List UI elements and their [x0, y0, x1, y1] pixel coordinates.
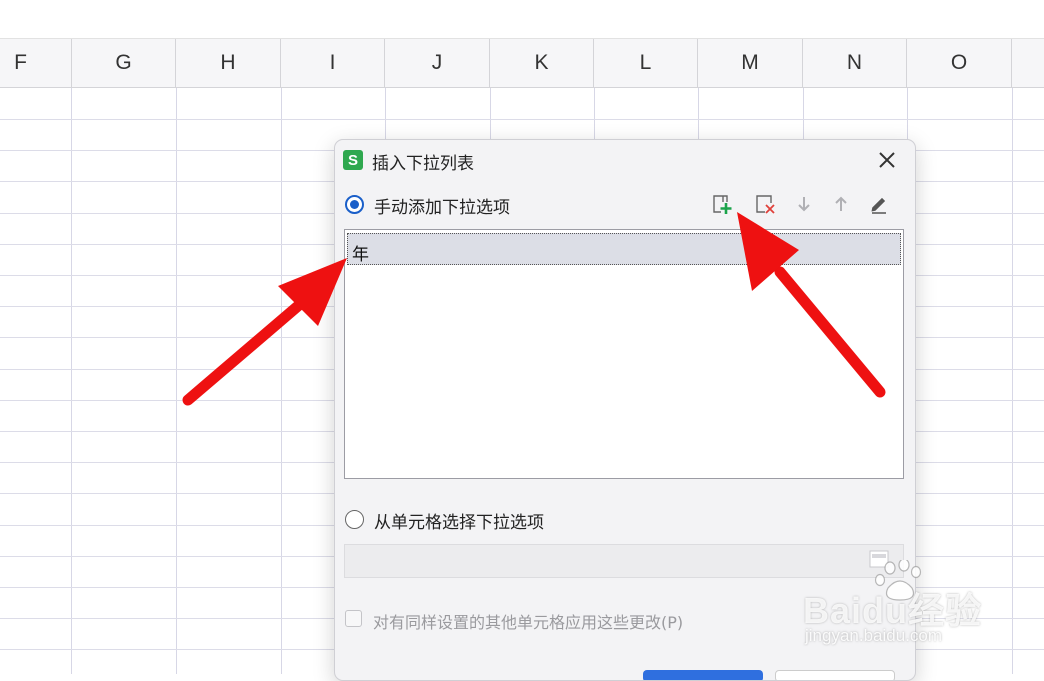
edit-icon	[871, 197, 886, 214]
column-header-l[interactable]: L	[594, 39, 698, 87]
dropdown-items-list[interactable]: 年	[344, 229, 904, 479]
move-up-icon	[835, 196, 847, 211]
column-header-i[interactable]: I	[281, 39, 385, 87]
edit-button[interactable]	[867, 192, 891, 216]
grid-row-line	[0, 119, 1044, 120]
column-header-n[interactable]: N	[803, 39, 907, 87]
column-header-o[interactable]: O	[907, 39, 1012, 87]
column-header-h[interactable]: H	[176, 39, 281, 87]
close-icon	[879, 152, 895, 168]
watermark-url: jingyan.baidu.com	[805, 626, 943, 645]
column-header-k[interactable]: K	[490, 39, 594, 87]
move-down-button[interactable]	[792, 192, 816, 216]
apply-all-checkbox[interactable]	[345, 610, 362, 627]
close-button[interactable]	[873, 146, 901, 174]
app-logo-icon: S	[343, 150, 363, 170]
column-header-f[interactable]: F	[0, 39, 72, 87]
delete-item-icon	[756, 195, 775, 214]
cell-option-label: 从单元格选择下拉选项	[374, 513, 544, 533]
column-header-bar: F G H I J K L M N O	[0, 39, 1044, 88]
column-header-m[interactable]: M	[698, 39, 803, 87]
move-down-icon	[798, 197, 810, 212]
cell-option-radio[interactable]	[345, 510, 364, 529]
column-header-j[interactable]: J	[385, 39, 490, 87]
add-item-icon	[713, 195, 732, 214]
apply-all-label: 对有同样设置的其他单元格应用这些更改(P)	[373, 613, 684, 632]
manual-option-radio[interactable]	[345, 195, 364, 214]
ok-button[interactable]	[643, 670, 763, 680]
delete-item-button[interactable]	[753, 192, 777, 216]
column-header-g[interactable]: G	[72, 39, 176, 87]
cancel-button[interactable]	[775, 670, 895, 680]
formula-bar-area	[0, 0, 1044, 39]
dialog-title: 插入下拉列表	[372, 154, 474, 174]
move-up-button[interactable]	[829, 192, 853, 216]
list-item[interactable]: 年	[347, 233, 901, 265]
manual-option-label: 手动添加下拉选项	[374, 198, 510, 218]
add-item-button[interactable]	[710, 192, 734, 216]
